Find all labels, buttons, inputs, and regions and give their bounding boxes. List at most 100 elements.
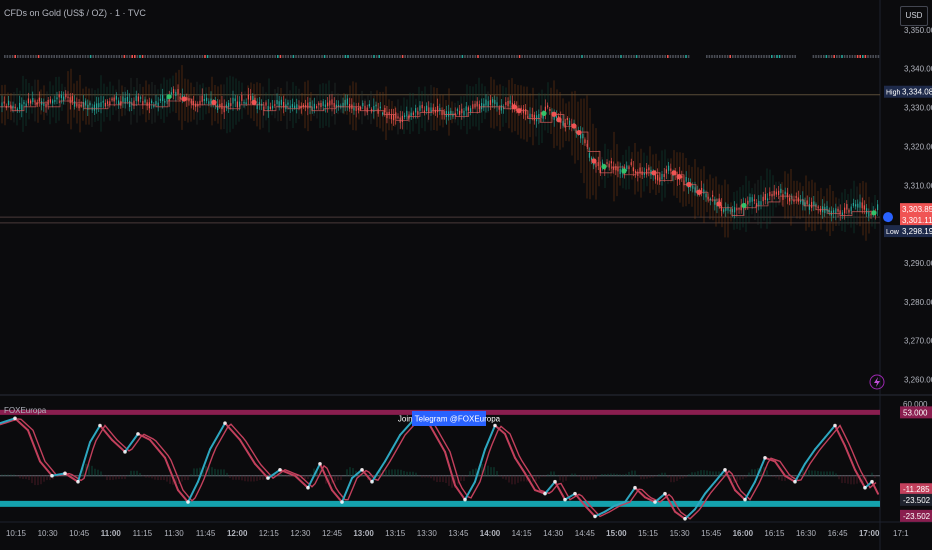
status-dot bbox=[24, 55, 27, 58]
status-dot bbox=[500, 55, 503, 58]
candle-body bbox=[148, 102, 150, 109]
status-dot bbox=[378, 55, 380, 58]
status-dot bbox=[469, 55, 471, 58]
candle-body bbox=[316, 106, 318, 109]
candle-body bbox=[19, 102, 21, 109]
signal-dot bbox=[601, 164, 607, 170]
time-tick-label: 14:45 bbox=[575, 529, 596, 538]
oscillator-segment bbox=[27, 429, 41, 463]
chart-canvas[interactable]: 3,350.000 3,340.000 3,330.000 3,320.000 3,31… bbox=[0, 0, 932, 550]
candle-body bbox=[588, 152, 590, 158]
time-tick-label: 13:15 bbox=[385, 529, 406, 538]
candle-body bbox=[45, 103, 47, 108]
candle-body bbox=[272, 105, 274, 109]
status-dot bbox=[680, 55, 682, 58]
status-dot bbox=[615, 55, 617, 58]
candle-body bbox=[764, 194, 766, 200]
oscillator-pivot-dot bbox=[723, 467, 727, 472]
status-dot bbox=[451, 55, 453, 58]
candle-body bbox=[382, 112, 384, 115]
candle-body bbox=[555, 115, 557, 118]
candle-body bbox=[547, 105, 549, 108]
candle-body bbox=[720, 205, 722, 212]
status-dot bbox=[750, 55, 752, 58]
candle-body bbox=[467, 107, 469, 111]
status-dot bbox=[448, 55, 451, 58]
price-pane bbox=[0, 65, 880, 241]
oscillator-pivot-dot bbox=[833, 423, 837, 428]
oscillator-pivot-dot bbox=[653, 500, 657, 504]
candle-body bbox=[333, 102, 335, 108]
oscillator-segment bbox=[744, 480, 756, 501]
status-dot bbox=[786, 55, 789, 58]
status-dot bbox=[557, 55, 560, 58]
status-dot bbox=[594, 55, 596, 58]
candle-body bbox=[85, 100, 87, 106]
status-dot bbox=[719, 55, 721, 58]
candle-body bbox=[646, 168, 648, 175]
candle-body bbox=[327, 102, 329, 107]
status-dot bbox=[531, 55, 534, 58]
oscillator-segment bbox=[624, 486, 636, 504]
candle-body bbox=[98, 103, 100, 108]
oscillator-pivot-dot bbox=[266, 476, 270, 480]
status-dot bbox=[440, 55, 443, 58]
status-dot bbox=[609, 55, 612, 58]
status-dot bbox=[219, 55, 222, 58]
status-dot bbox=[147, 55, 149, 58]
status-dot bbox=[40, 55, 42, 58]
candle-body bbox=[470, 108, 472, 113]
oscillator-pivot-dot bbox=[663, 491, 667, 496]
candle-body bbox=[393, 114, 395, 121]
status-dot bbox=[581, 55, 583, 58]
status-dot bbox=[134, 55, 136, 58]
candle-body bbox=[859, 201, 861, 208]
oscillator-segment bbox=[704, 480, 716, 495]
status-dot bbox=[812, 55, 815, 58]
current-price-icon[interactable] bbox=[883, 212, 893, 223]
status-dot bbox=[79, 55, 81, 58]
status-dot bbox=[19, 55, 22, 58]
status-dot bbox=[251, 55, 253, 58]
oscillator-segment bbox=[454, 484, 466, 501]
status-dot bbox=[485, 55, 487, 58]
status-dot bbox=[745, 55, 747, 58]
candle-body bbox=[566, 118, 568, 121]
candle-body bbox=[16, 108, 18, 111]
signal-dot bbox=[541, 110, 547, 116]
oscillator-segment bbox=[684, 508, 696, 520]
status-dot bbox=[430, 55, 432, 58]
oscillator-pivot-dot bbox=[863, 485, 867, 490]
candle-body bbox=[375, 104, 377, 107]
status-dot bbox=[443, 55, 445, 58]
status-dot bbox=[716, 55, 718, 58]
status-dot bbox=[360, 55, 362, 58]
oscillator-pivot-dot bbox=[63, 471, 67, 476]
status-dot bbox=[508, 55, 510, 58]
oscillator-axis: 60.00053.000-11.285-23.502-23.502 bbox=[900, 400, 932, 522]
time-tick-label: 16:15 bbox=[764, 529, 785, 538]
candle-body bbox=[868, 211, 870, 217]
candle-body bbox=[203, 99, 205, 101]
status-dot bbox=[258, 55, 261, 58]
signal-dot bbox=[686, 181, 692, 188]
status-dot bbox=[836, 55, 838, 58]
status-dot bbox=[407, 55, 409, 58]
candle-body bbox=[461, 108, 463, 114]
status-dot bbox=[828, 55, 830, 58]
status-dot bbox=[446, 55, 448, 58]
status-dot bbox=[544, 55, 547, 58]
candle-body bbox=[140, 97, 142, 99]
candle-body bbox=[406, 110, 408, 117]
candle-body bbox=[786, 192, 788, 198]
candle-body bbox=[806, 200, 808, 205]
candle-body bbox=[663, 174, 665, 177]
candle-body bbox=[837, 208, 839, 212]
time-tick-label: 13:30 bbox=[417, 529, 438, 538]
candle-body bbox=[217, 104, 219, 110]
status-dot bbox=[420, 55, 422, 58]
status-dot bbox=[191, 55, 193, 58]
status-dot bbox=[482, 55, 484, 58]
lightning-icon[interactable] bbox=[869, 374, 885, 390]
candle-body bbox=[432, 107, 434, 111]
